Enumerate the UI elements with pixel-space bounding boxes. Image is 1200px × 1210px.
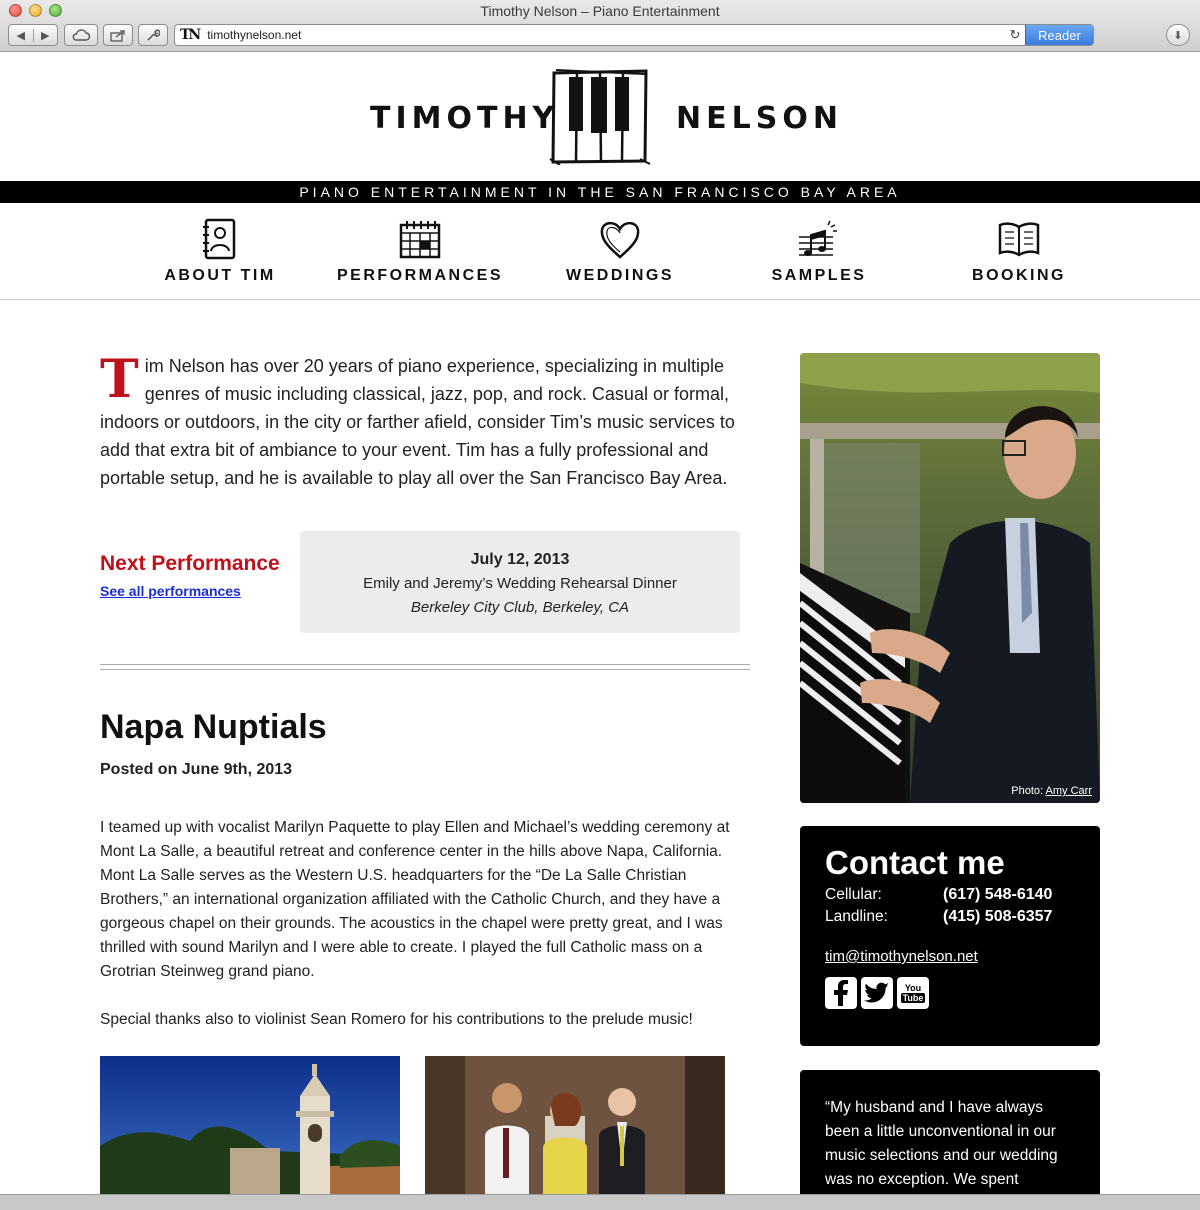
calendar-icon (399, 221, 441, 259)
main-nav: ABOUT TIM PERFORMANCES WEDDINGS SAMPLES (0, 203, 1200, 300)
nav-item-weddings[interactable]: WEDDINGS (520, 217, 720, 285)
window-title: Timothy Nelson – Piano Entertainment (480, 3, 720, 19)
performance-venue: Berkeley City Club, Berkeley, CA (410, 599, 630, 616)
landline-row: Landline: (415) 508-6357 (825, 908, 1075, 926)
next-performance-heading: Next Performance (100, 552, 280, 575)
site-header: TIMOTHY NELSON (0, 53, 1200, 181)
cellular-number[interactable]: (617) 548-6140 (943, 886, 1052, 904)
nav-label: SAMPLES (771, 267, 867, 284)
performance-event: Emily and Jeremy’s Wedding Rehearsal Din… (363, 575, 677, 592)
youtube-you: You (904, 983, 922, 993)
tim-at-piano-image (800, 353, 1100, 803)
address-book-icon (203, 218, 236, 260)
share-icon (110, 29, 125, 42)
youtube-tube: Tube (900, 993, 926, 1003)
photo-credit: Photo: Amy Carr (1011, 785, 1092, 797)
cellular-label: Cellular: (825, 886, 882, 903)
intro-paragraph: T im Nelson has over 20 years of piano e… (100, 352, 755, 492)
back-forward-buttons: ◀ ▶ (8, 24, 58, 46)
forward-icon[interactable]: ▶ (32, 28, 58, 42)
logo-first-name[interactable]: TIMOTHY (370, 101, 559, 136)
tagline-bar: PIANO ENTERTAINMENT IN THE SAN FRANCISCO… (0, 181, 1200, 203)
pianist-photo[interactable]: Photo: Amy Carr (800, 353, 1100, 803)
address-bar[interactable]: TN timothynelson.net ↻ Reader (174, 24, 1094, 46)
cellular-row: Cellular: (617) 548-6140 (825, 886, 1075, 904)
chapel-bell-tower-image (100, 1056, 400, 1196)
photo-credit-link[interactable]: Amy Carr (1046, 785, 1092, 797)
music-notes-icon (799, 220, 837, 256)
downloads-button[interactable]: ⬇ (1166, 24, 1190, 46)
intro-text: im Nelson has over 20 years of piano exp… (100, 356, 735, 488)
section-divider (100, 664, 750, 670)
cloud-icon (72, 29, 91, 41)
testimonial-panel: “My husband and I have always been a lit… (800, 1070, 1100, 1210)
next-performance-card: July 12, 2013 Emily and Jeremy’s Wedding… (300, 531, 740, 633)
performance-date: July 12, 2013 (470, 551, 570, 568)
drop-cap: T (100, 349, 139, 410)
three-people-image (425, 1056, 725, 1196)
download-icon: ⬇ (1173, 29, 1183, 42)
testimonial-text: “My husband and I have always been a lit… (825, 1099, 1058, 1188)
facebook-icon[interactable] (825, 977, 857, 1009)
see-all-performances-link[interactable]: See all performances (100, 583, 241, 599)
social-links: You Tube (825, 977, 1075, 1009)
contact-heading: Contact me (825, 844, 1005, 881)
chapel-photo[interactable] (100, 1056, 400, 1196)
nav-item-performances[interactable]: PERFORMANCES (320, 217, 520, 285)
nav-label: PERFORMANCES (336, 267, 503, 284)
favicon: TN (180, 27, 201, 43)
logo-last-name[interactable]: NELSON (676, 101, 843, 136)
piano-keys-logo-icon[interactable] (548, 67, 652, 165)
browser-status-bar (0, 1194, 1200, 1210)
icloud-tabs-button[interactable] (64, 24, 98, 46)
url-text[interactable]: timothynelson.net (207, 28, 1005, 42)
nav-item-samples[interactable]: SAMPLES (719, 217, 919, 285)
reload-icon[interactable]: ↻ (1005, 27, 1025, 43)
share-button[interactable] (103, 24, 133, 46)
back-icon[interactable]: ◀ (9, 29, 33, 42)
contact-panel: Contact me Cellular: (617) 548-6140 Land… (800, 826, 1100, 1046)
open-book-icon (998, 222, 1040, 257)
post-body: I teamed up with vocalist Marilyn Paquet… (100, 816, 750, 1032)
photo-credit-prefix: Photo: (1011, 785, 1046, 797)
post-paragraph: Special thanks also to violinist Sean Ro… (100, 1011, 693, 1028)
email-link[interactable]: tim@timothynelson.net (825, 948, 1075, 965)
reader-button[interactable]: Reader (1025, 25, 1093, 45)
nav-label: WEDDINGS (566, 267, 674, 284)
tools-button[interactable] (138, 24, 168, 46)
nav-item-booking[interactable]: BOOKING (919, 217, 1119, 285)
youtube-icon[interactable]: You Tube (897, 977, 929, 1009)
landline-number[interactable]: (415) 508-6357 (943, 908, 1052, 926)
nav-item-about-tim[interactable]: ABOUT TIM (120, 217, 320, 285)
nav-label: ABOUT TIM (164, 267, 276, 284)
twitter-icon[interactable] (861, 977, 893, 1009)
browser-chrome: Timothy Nelson – Piano Entertainment ◀ ▶… (0, 0, 1200, 52)
post-paragraph: I teamed up with vocalist Marilyn Paquet… (100, 819, 730, 980)
post-title[interactable]: Napa Nuptials (100, 708, 327, 747)
wrench-icon (147, 29, 160, 41)
nav-label: BOOKING (972, 267, 1066, 284)
post-date: Posted on June 9th, 2013 (100, 761, 293, 778)
landline-label: Landline: (825, 908, 888, 925)
wedding-group-photo[interactable] (425, 1056, 725, 1196)
heart-icon (600, 221, 640, 259)
